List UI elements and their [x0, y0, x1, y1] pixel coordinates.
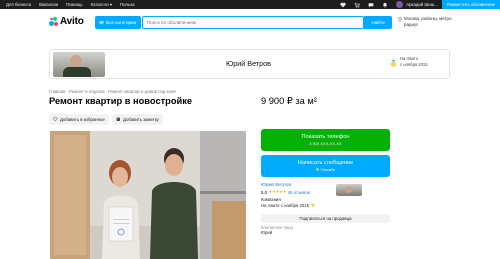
post-ad-button[interactable]: Разместить объявление — [441, 0, 500, 9]
avito-logo-icon — [49, 16, 59, 27]
contact-person-value: Юрий — [261, 230, 272, 236]
location-selector[interactable]: Москва, районы, метро, радиус — [398, 16, 463, 27]
top-nav-business[interactable]: Для бизнеса — [6, 2, 31, 8]
add-to-favorites-label: Добавить в избранное — [60, 117, 105, 122]
heart-outline-icon — [53, 117, 58, 122]
top-nav-vacancies[interactable]: Вакансии — [39, 2, 58, 8]
phone-masked: 8 915 XXX-XX-XX — [309, 141, 342, 146]
seller-type: Компания — [261, 196, 281, 202]
bell-icon[interactable] — [382, 1, 389, 8]
seller-banner[interactable]: Юрий Ветров На Авито с ноября 2015 — [49, 49, 450, 79]
write-message-button[interactable]: Написать сообщение Онлайн — [261, 155, 390, 177]
seller-card: Юрий Ветров 5,0 ★★★★★ 45 отзывов Компани… — [261, 183, 390, 208]
cart-icon[interactable] — [354, 1, 361, 8]
avito-logo[interactable]: Avito — [49, 16, 84, 27]
online-status: Онлайн — [261, 167, 390, 172]
add-note-label: Добавить заметку — [123, 117, 159, 122]
location-text: Москва, районы, метро, радиус — [404, 16, 453, 27]
seller-banner-photo — [53, 52, 105, 77]
show-phone-label: Показать телефон — [301, 134, 350, 140]
add-to-favorites-button[interactable]: Добавить в избранное — [49, 114, 109, 125]
seller-since: На Авито с ноября 2015 — [261, 203, 390, 208]
heart-icon[interactable] — [340, 1, 347, 8]
all-categories-button[interactable]: Все категории — [95, 16, 141, 29]
reviews-link[interactable]: 45 отзывов — [288, 190, 310, 195]
medal-icon — [311, 203, 315, 207]
top-bar: Для бизнеса Вакансии Помощь Каталоги ▾ П… — [0, 0, 500, 9]
user-avatar[interactable] — [396, 1, 404, 8]
write-message-label: Написать сообщение — [297, 160, 354, 166]
seller-name-link[interactable]: Юрий Ветров — [261, 183, 390, 188]
listing-price: 9 900 ₽ за м² — [261, 96, 317, 106]
listing-main-photo[interactable] — [50, 131, 246, 259]
search-input[interactable] — [142, 16, 364, 29]
location-pin-icon — [398, 16, 402, 22]
menu-icon — [99, 21, 104, 25]
top-nav-help[interactable]: Помощь — [66, 2, 83, 8]
user-name[interactable]: Аркадий Шиш... — [406, 2, 438, 7]
seller-avatar[interactable] — [336, 184, 362, 196]
rating-value: 5,0 — [261, 189, 267, 195]
seller-rating: 5,0 ★★★★★ 45 отзывов — [261, 189, 390, 195]
medal-icon — [391, 60, 396, 67]
show-phone-button[interactable]: Показать телефон 8 915 XXX-XX-XX — [261, 129, 390, 151]
contact-person: Контактное лицо Юрий — [261, 225, 293, 235]
top-nav-benefit[interactable]: Польза — [120, 2, 135, 8]
note-icon — [116, 117, 120, 122]
rating-stars-icon: ★★★★★ — [268, 189, 287, 194]
breadcrumb[interactable]: Главная · Ремонт и отделка · Ремонт квар… — [49, 89, 176, 94]
online-dot-icon — [316, 168, 320, 171]
avito-logo-text: Avito — [60, 16, 84, 27]
find-button[interactable]: Найти — [364, 16, 392, 29]
add-note-button[interactable]: Добавить заметку — [112, 114, 163, 125]
page-title: Ремонт квартир в новостройке — [49, 96, 193, 106]
top-nav: Для бизнеса Вакансии Помощь Каталоги ▾ П… — [0, 2, 143, 8]
seller-banner-since: На Авито с ноября 2015 — [400, 56, 428, 67]
seller-banner-name: Юрий Ветров — [226, 59, 271, 68]
messages-icon[interactable] — [368, 1, 375, 8]
subscribe-seller-button[interactable]: Подписаться на продавца — [261, 214, 390, 223]
top-nav-catalogs[interactable]: Каталоги ▾ — [91, 2, 112, 8]
all-categories-label: Все категории — [106, 20, 137, 25]
